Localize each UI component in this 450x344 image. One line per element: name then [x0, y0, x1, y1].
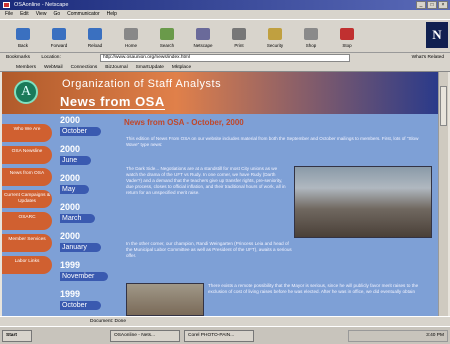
- menu-file[interactable]: File: [5, 10, 13, 19]
- nav-labor-links[interactable]: Labor Links: [2, 256, 52, 274]
- article-paragraph-champion: In the other corner, our champion, Randi…: [126, 241, 292, 258]
- scrollbar-thumb[interactable]: [440, 86, 447, 126]
- clock: 3:40 PM: [426, 333, 444, 338]
- nav-member-services[interactable]: Member Services: [2, 234, 52, 252]
- nav-news-from-osa[interactable]: News from OSA: [2, 168, 52, 186]
- home-button[interactable]: Home: [116, 20, 146, 50]
- location-label: Location:: [41, 55, 61, 60]
- archive-link[interactable]: 2000 January: [60, 232, 120, 260]
- shop-button[interactable]: Shop: [296, 20, 326, 50]
- bookmarks-button[interactable]: Bookmarks: [6, 55, 30, 60]
- archive-link[interactable]: 2000 May: [60, 174, 120, 202]
- nav-osa-newsline[interactable]: OSA Newsline: [2, 146, 52, 164]
- personal-link-connections[interactable]: Connections: [71, 63, 98, 71]
- nav-who-we-are[interactable]: Who We Are: [2, 124, 52, 142]
- article-paragraph-dark-side: The Dark Side... Negotiations are at a s…: [126, 166, 286, 195]
- archive-link[interactable]: 2000 June: [60, 145, 120, 173]
- rally-photo: [294, 166, 432, 238]
- menu-edit[interactable]: Edit: [20, 10, 29, 19]
- system-tray: 3:40 PM: [348, 330, 448, 342]
- windows-taskbar: Start OSAonline - Nets... Corel PHOTO-PA…: [0, 326, 450, 344]
- nav-current-campaigns[interactable]: Current Campaigns & Updates: [2, 190, 52, 208]
- menu-go[interactable]: Go: [53, 10, 60, 19]
- article-paragraph-mayor: There exists a remote possibility that t…: [208, 283, 419, 294]
- shop-icon: [304, 28, 318, 40]
- web-page-content: A Organization of Staff Analysts News fr…: [2, 72, 438, 316]
- osa-logo[interactable]: A: [14, 80, 38, 104]
- vertical-scrollbar[interactable]: [438, 72, 448, 316]
- stop-icon: [340, 28, 354, 40]
- netscape-button[interactable]: Netscape: [188, 20, 218, 50]
- back-button[interactable]: Back: [8, 20, 38, 50]
- whats-related-button[interactable]: What's Related: [412, 53, 444, 63]
- printer-icon: [232, 28, 246, 40]
- close-button[interactable]: ×: [438, 1, 448, 9]
- personal-link-bizjournal[interactable]: BizJournal: [105, 63, 127, 71]
- taskbar-netscape[interactable]: OSAonline - Nets...: [110, 330, 180, 342]
- nav-osarc[interactable]: OSARC: [2, 212, 52, 230]
- menu-bar: File Edit View Go Communicator Help: [0, 10, 450, 19]
- search-button[interactable]: Search: [152, 20, 182, 50]
- start-button[interactable]: Start: [2, 330, 32, 342]
- window-title: OSAonline - Netscape: [14, 2, 69, 8]
- taskbar-corel[interactable]: Corel PHOTO-PAIN...: [184, 330, 254, 342]
- netscape-logo[interactable]: N: [426, 22, 448, 48]
- personal-toolbar: Members WebMail Connections BizJournal S…: [0, 63, 450, 72]
- forward-button[interactable]: Forward: [44, 20, 74, 50]
- org-name: Organization of Staff Analysts: [62, 78, 222, 90]
- menu-help[interactable]: Help: [107, 10, 117, 19]
- reload-icon: [88, 28, 102, 40]
- print-button[interactable]: Print: [224, 20, 254, 50]
- forward-arrow-icon: [52, 28, 66, 40]
- netscape-icon: [196, 28, 210, 40]
- maximize-button[interactable]: □: [427, 1, 437, 9]
- personal-link-smartupdate[interactable]: SmartUpdate: [136, 63, 164, 71]
- page-title: News from OSA: [60, 94, 165, 110]
- window-titlebar: OSAonline - Netscape _ □ ×: [0, 0, 450, 10]
- lock-icon: [268, 28, 282, 40]
- archive-link[interactable]: 2000 March: [60, 203, 120, 231]
- archive-link[interactable]: 1999 October: [60, 290, 120, 316]
- personal-link-mktplace[interactable]: Mktplace: [172, 63, 191, 71]
- personal-link-webmail[interactable]: WebMail: [44, 63, 63, 71]
- personal-link-members[interactable]: Members: [16, 63, 36, 71]
- minimize-button[interactable]: _: [416, 1, 426, 9]
- navigation-toolbar: Back Forward Reload Home Search Netscape…: [0, 19, 450, 53]
- article-intro: This edition of News From OSA on our web…: [126, 136, 419, 147]
- location-bar: Bookmarks Location: http://www.osaunion.…: [0, 53, 450, 63]
- meeting-photo: [126, 283, 204, 316]
- menu-communicator[interactable]: Communicator: [67, 10, 100, 19]
- archive-dates: 2000 October 2000 June 2000 May 2000 March 2…: [60, 116, 120, 316]
- back-arrow-icon: [16, 28, 30, 40]
- search-icon: [160, 28, 174, 40]
- site-header: A Organization of Staff Analysts News fr…: [2, 72, 438, 114]
- site-nav: Who We Are OSA Newsline News from OSA Cu…: [2, 124, 52, 278]
- url-input[interactable]: http://www.osaunion.org/news/index.html: [100, 54, 350, 62]
- netscape-window-icon: [3, 2, 10, 8]
- menu-view[interactable]: View: [36, 10, 47, 19]
- home-icon: [124, 28, 138, 40]
- reload-button[interactable]: Reload: [80, 20, 110, 50]
- status-bar: Document: Done: [0, 316, 450, 326]
- stop-button[interactable]: Stop: [332, 20, 362, 50]
- article-headline: News from OSA - October, 2000: [124, 118, 244, 127]
- security-button[interactable]: Security: [260, 20, 290, 50]
- archive-link[interactable]: 1999 November: [60, 261, 120, 289]
- archive-link[interactable]: 2000 October: [60, 116, 120, 144]
